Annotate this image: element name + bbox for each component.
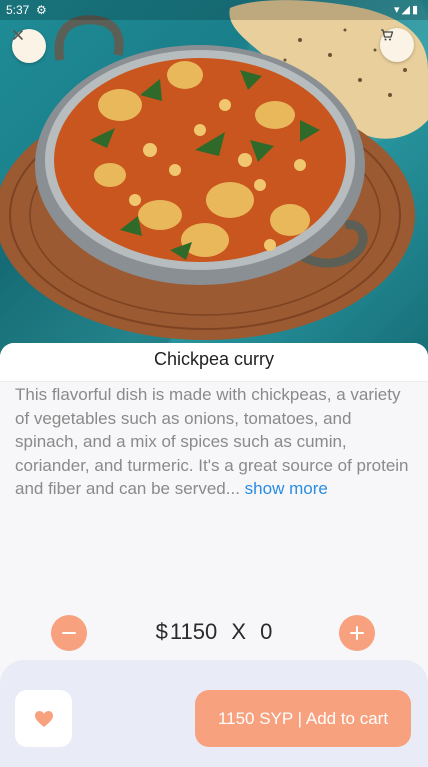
status-bar: 5:37 ⚙ ▾◢▮ bbox=[0, 0, 428, 20]
show-more-link[interactable]: show more bbox=[245, 479, 328, 498]
times-sign: X bbox=[231, 619, 246, 644]
currency-symbol: $ bbox=[155, 619, 168, 644]
bottom-action-bar: 1150 SYP | Add to cart bbox=[0, 660, 428, 767]
quantity-row: $1150 X 0 bbox=[0, 615, 428, 653]
close-icon bbox=[13, 30, 23, 40]
unit-price: 1150 bbox=[169, 619, 218, 644]
add-to-cart-button[interactable]: 1150 SYP | Add to cart bbox=[195, 690, 411, 747]
increase-quantity-button[interactable] bbox=[339, 615, 375, 651]
close-button[interactable] bbox=[12, 29, 46, 63]
system-icons: ▾◢▮ bbox=[394, 0, 420, 20]
battery-icon: ▮ bbox=[411, 4, 420, 16]
signal-icon: ◢ bbox=[401, 4, 412, 16]
favorite-button[interactable] bbox=[15, 690, 72, 747]
description-ellipsis: ... bbox=[225, 479, 245, 498]
plus-icon bbox=[350, 626, 364, 640]
hero-image: 5:37 ⚙ ▾◢▮ bbox=[0, 0, 428, 360]
cart-button[interactable] bbox=[380, 28, 414, 62]
curry-pan-illustration bbox=[0, 0, 428, 340]
product-title: Chickpea curry bbox=[0, 343, 428, 382]
description-text: This flavorful dish is made with chickpe… bbox=[15, 385, 409, 498]
gear-icon: ⚙ bbox=[36, 3, 47, 17]
heart-icon bbox=[34, 710, 53, 727]
cart-icon bbox=[381, 29, 394, 41]
status-time: 5:37 bbox=[6, 3, 30, 17]
product-description: This flavorful dish is made with chickpe… bbox=[15, 383, 413, 501]
quantity-count: 0 bbox=[260, 619, 273, 644]
